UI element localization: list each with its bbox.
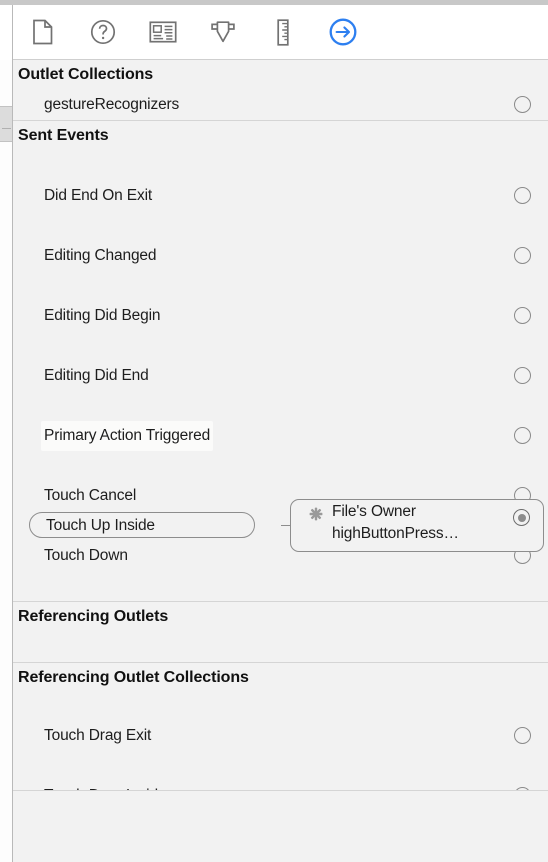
row-1-1: Editing Changed [13, 241, 548, 271]
connections-inspector-panel: Outlet Collections gestureRecognizers Sent… [0, 0, 548, 862]
row-1-0: Did End On Exit [13, 181, 548, 211]
row-label: gestureRecognizers [44, 96, 180, 113]
tab-connections-inspector[interactable] [313, 5, 373, 59]
connection-socket-filled[interactable] [513, 509, 530, 526]
slider-arrow-icon [209, 19, 237, 45]
row-label: Touch Down [44, 547, 128, 564]
connection-socket[interactable] [514, 96, 531, 113]
row-1-2: Editing Did Begin [13, 301, 548, 331]
row-label: Touch Drag Exit [44, 727, 152, 744]
panel-resize-handle-line [2, 128, 11, 129]
section-header-2: Referencing Outlets [13, 602, 548, 632]
tab-quick-help-inspector[interactable] [73, 5, 133, 59]
left-gutter-fill [0, 60, 12, 862]
section-header-1: Sent Events [13, 121, 548, 151]
connection-socket[interactable] [514, 307, 531, 324]
ruler-icon [275, 18, 291, 46]
connection-owner-label: File's Owner [332, 503, 416, 520]
event-pill[interactable]: Touch Up Inside [29, 512, 255, 538]
tab-identity-inspector[interactable] [133, 5, 193, 59]
tab-attributes-inspector[interactable] [193, 5, 253, 59]
document-icon [32, 19, 54, 45]
connection-row: Touch Up Inside File's Owner highButtonPr… [13, 499, 548, 552]
row-1-3: Editing Did End [13, 361, 548, 391]
row-label: Editing Changed [44, 247, 157, 264]
connection-action-label: highButtonPress… [332, 525, 459, 542]
row-label: Editing Did End [44, 367, 149, 384]
row-0-0: gestureRecognizers [13, 90, 548, 120]
connection-socket[interactable] [514, 247, 531, 264]
question-circle-icon [90, 19, 116, 45]
row-label: Touch Cancel [44, 487, 137, 504]
connection-popover[interactable]: File's Owner highButtonPress… [290, 499, 544, 552]
row-label: Editing Did Begin [44, 307, 161, 324]
section-header-3: Referencing Outlet Collections [13, 663, 548, 693]
connection-socket[interactable] [514, 427, 531, 444]
connection-socket[interactable] [514, 367, 531, 384]
row-1-9: Touch Drag Exit [13, 721, 548, 751]
close-x-icon[interactable] [309, 507, 323, 521]
tab-file-inspector[interactable] [13, 5, 73, 59]
connection-socket[interactable] [514, 187, 531, 204]
tab-size-inspector[interactable] [253, 5, 313, 59]
arrow-right-circle-icon [328, 17, 358, 47]
inspector-toolbar [13, 5, 548, 60]
section-header-0: Outlet Collections [13, 60, 548, 90]
panel-resize-handle[interactable] [0, 106, 12, 142]
row-1-4: Primary Action Triggered [13, 421, 548, 451]
panel-bottom-filler [13, 790, 548, 862]
row-label: Did End On Exit [44, 187, 153, 204]
connection-socket[interactable] [514, 727, 531, 744]
id-card-icon [149, 21, 177, 43]
row-label: Primary Action Triggered [41, 421, 214, 451]
